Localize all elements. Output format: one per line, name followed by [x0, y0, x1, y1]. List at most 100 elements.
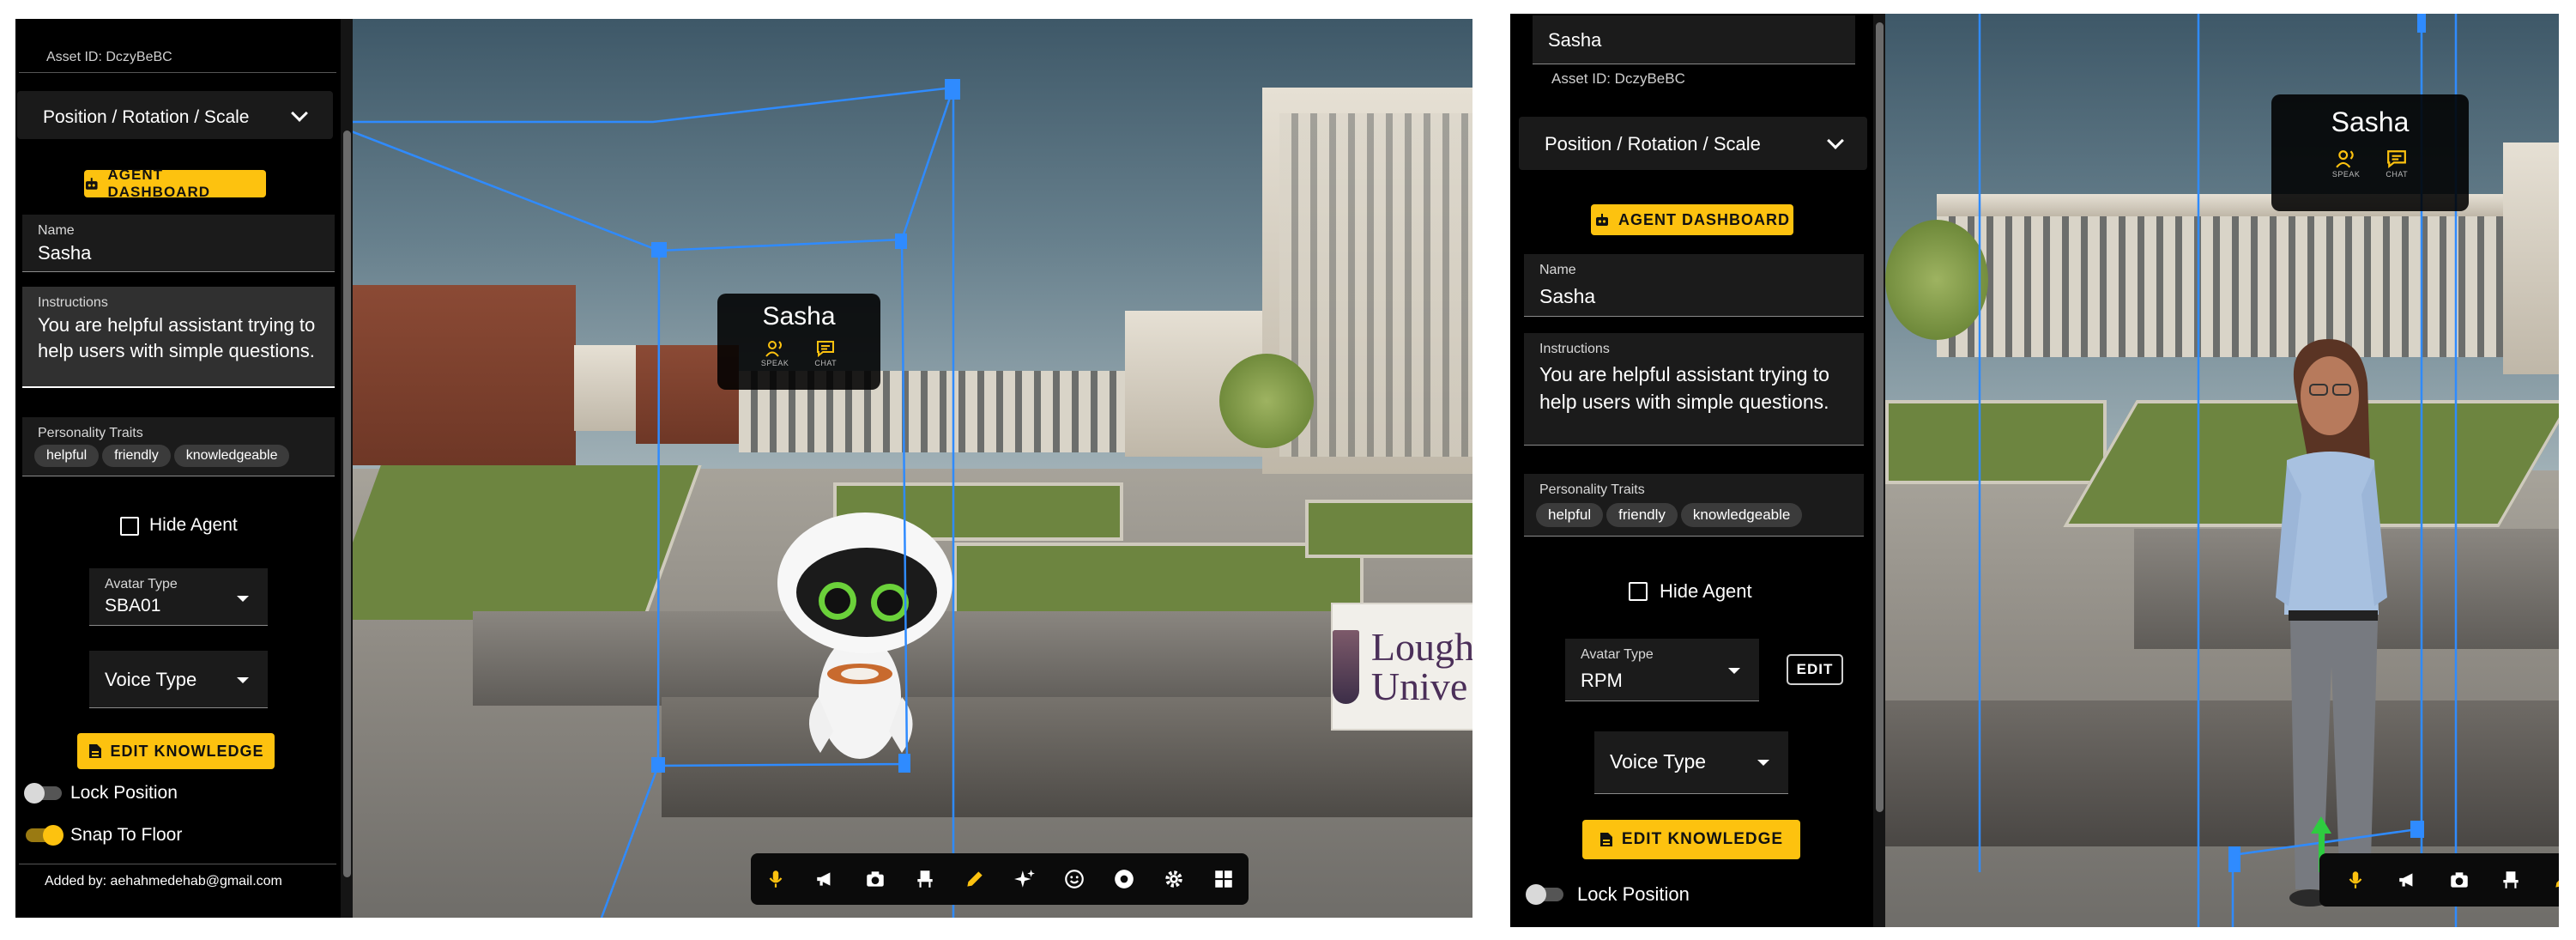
edit-knowledge-label: EDIT KNOWLEDGE [1621, 830, 1784, 848]
megaphone-button[interactable] [811, 864, 840, 894]
avatar-type-select[interactable]: Avatar Type SBA01 [89, 568, 268, 626]
agent-label-card[interactable]: Sasha SPEAK CHAT [717, 294, 880, 390]
camera-icon [2451, 872, 2468, 888]
name-field[interactable]: Name Sasha [22, 215, 335, 272]
personality-traits-field[interactable]: Personality Traits helpful friendly knowle… [1524, 474, 1864, 537]
instructions-field[interactable]: Instructions You are helpful assistant t… [22, 287, 335, 388]
added-by: Added by: aehahmedehab@gmail.com [45, 874, 282, 888]
grid-button[interactable] [1209, 864, 1238, 894]
accordion-title: Position / Rotation / Scale [1545, 133, 1761, 155]
agent-dashboard-label: AGENT DASHBOARD [1618, 210, 1790, 228]
avatar-type-label: Avatar Type [1581, 647, 1654, 662]
left-screenshot: Lough Unive Sasha SPEAK CHAT Asset ID: D… [15, 19, 1472, 918]
hide-agent-checkbox[interactable] [120, 517, 139, 536]
name-field[interactable]: Name Sasha [1524, 254, 1864, 317]
speak-action[interactable]: SPEAK [761, 340, 789, 367]
document-icon [1599, 833, 1612, 846]
trait-chip[interactable]: knowledgeable [173, 445, 290, 467]
voice-type-select[interactable]: Voice Type [89, 651, 268, 708]
voice-type-label: Voice Type [105, 669, 197, 690]
scene-viewport[interactable]: Lough Unive Sasha SPEAK CHAT [353, 19, 1472, 918]
trait-chip[interactable]: friendly [1606, 503, 1678, 527]
camera-button[interactable] [2446, 865, 2473, 895]
speak-action[interactable]: SPEAK [2332, 149, 2361, 179]
sparkles-icon [1014, 870, 1035, 888]
asset-id: Asset ID: DczyBeBC [1551, 70, 1685, 87]
agent-card-name: Sasha [762, 302, 836, 331]
avatar-type-value: SBA01 [105, 596, 161, 616]
document-icon [88, 744, 101, 758]
sparkles-button[interactable] [1010, 864, 1039, 894]
record-icon [1115, 870, 1134, 888]
mic-icon [769, 870, 783, 888]
position-rotation-scale-accordion[interactable]: Position / Rotation / Scale [17, 91, 333, 139]
avatar-type-select[interactable]: Avatar Type RPM [1565, 639, 1759, 701]
agent-settings-panel: Sasha Asset ID: DczyBeBC Position / Rota… [1510, 14, 1885, 927]
bottom-toolbar [751, 853, 1249, 905]
megaphone-icon [817, 872, 831, 886]
toggle-knob [24, 783, 45, 804]
scrollbar-thumb[interactable] [343, 130, 351, 877]
trait-chip[interactable]: helpful [1536, 503, 1604, 527]
name-top-value: Sasha [1548, 29, 1602, 51]
emoji-button[interactable] [1060, 864, 1089, 894]
lock-position-toggle[interactable] [1526, 884, 1563, 905]
camera-button[interactable] [861, 864, 890, 894]
trait-chip[interactable]: knowledgeable [1680, 503, 1803, 527]
trait-chip[interactable]: helpful [34, 445, 100, 467]
settings-button[interactable] [1159, 864, 1188, 894]
pencil-icon [2555, 880, 2559, 888]
asset-id: Asset ID: DczyBeBC [46, 50, 172, 64]
megaphone-button[interactable] [2393, 865, 2421, 895]
record-button[interactable] [1110, 864, 1139, 894]
trait-chip[interactable]: friendly [102, 445, 171, 467]
speak-label: SPEAK [760, 359, 789, 367]
scene-viewport[interactable]: Sasha SPEAK CHAT [1885, 14, 2559, 927]
agent-label-card[interactable]: Sasha SPEAK CHAT [2271, 94, 2469, 211]
hide-agent-label: Hide Agent [1660, 580, 1752, 602]
avatar-type-label: Avatar Type [105, 577, 178, 591]
edit-avatar-button[interactable]: EDIT [1787, 654, 1843, 685]
chat-action[interactable]: CHAT [2386, 149, 2408, 179]
dropdown-arrow-icon [237, 596, 249, 602]
accordion-title: Position / Rotation / Scale [43, 107, 250, 127]
pencil-button[interactable] [960, 864, 989, 894]
seat-button[interactable] [910, 864, 940, 894]
instructions-field[interactable]: Instructions You are helpful assistant t… [1524, 333, 1864, 446]
hide-agent-label: Hide Agent [149, 515, 238, 535]
pencil-button[interactable] [2549, 865, 2559, 895]
personality-traits-label: Personality Traits [1539, 482, 1645, 497]
hide-agent-checkbox[interactable] [1629, 582, 1648, 601]
personality-traits-field[interactable]: Personality Traits helpful friendly knowle… [22, 417, 335, 476]
edit-knowledge-button[interactable]: EDIT KNOWLEDGE [1582, 820, 1800, 859]
agent-dashboard-button[interactable]: AGENT DASHBOARD [1591, 204, 1793, 235]
name-field-top[interactable]: Sasha [1533, 15, 1855, 64]
position-rotation-scale-accordion[interactable]: Position / Rotation / Scale [1519, 117, 1867, 170]
chevron-down-icon [1827, 132, 1844, 149]
dropdown-arrow-icon [237, 677, 249, 683]
instructions-value: You are helpful assistant trying to help… [38, 314, 316, 361]
edit-knowledge-label: EDIT KNOWLEDGE [110, 742, 264, 760]
lock-position-label: Lock Position [1577, 883, 1690, 905]
lock-position-toggle[interactable] [24, 783, 62, 804]
scrollbar[interactable] [1873, 14, 1885, 927]
name-label: Name [1539, 263, 1576, 277]
right-screenshot: Sasha SPEAK CHAT Sasha Asset ID: DczyBeB… [1510, 14, 2559, 927]
agent-dashboard-button[interactable]: AGENT DASHBOARD [84, 167, 266, 200]
voice-type-select[interactable]: Voice Type [1594, 731, 1788, 794]
seat-button[interactable] [2497, 865, 2525, 895]
scrollbar[interactable] [341, 19, 353, 918]
grid-icon [1215, 870, 1232, 888]
chat-label: CHAT [814, 359, 838, 367]
mic-button[interactable] [2342, 865, 2369, 895]
voice-type-label: Voice Type [1610, 750, 1707, 773]
mic-button[interactable] [761, 864, 790, 894]
edit-knowledge-button[interactable]: EDIT KNOWLEDGE [77, 733, 275, 769]
chat-action[interactable]: CHAT [814, 340, 837, 367]
transform-gizmo[interactable] [353, 19, 1472, 918]
snap-to-floor-toggle[interactable] [26, 825, 63, 846]
instructions-label: Instructions [1539, 342, 1610, 356]
scrollbar-thumb[interactable] [1876, 22, 1884, 812]
toggle-knob [43, 825, 63, 846]
toggle-knob [1526, 884, 1546, 905]
